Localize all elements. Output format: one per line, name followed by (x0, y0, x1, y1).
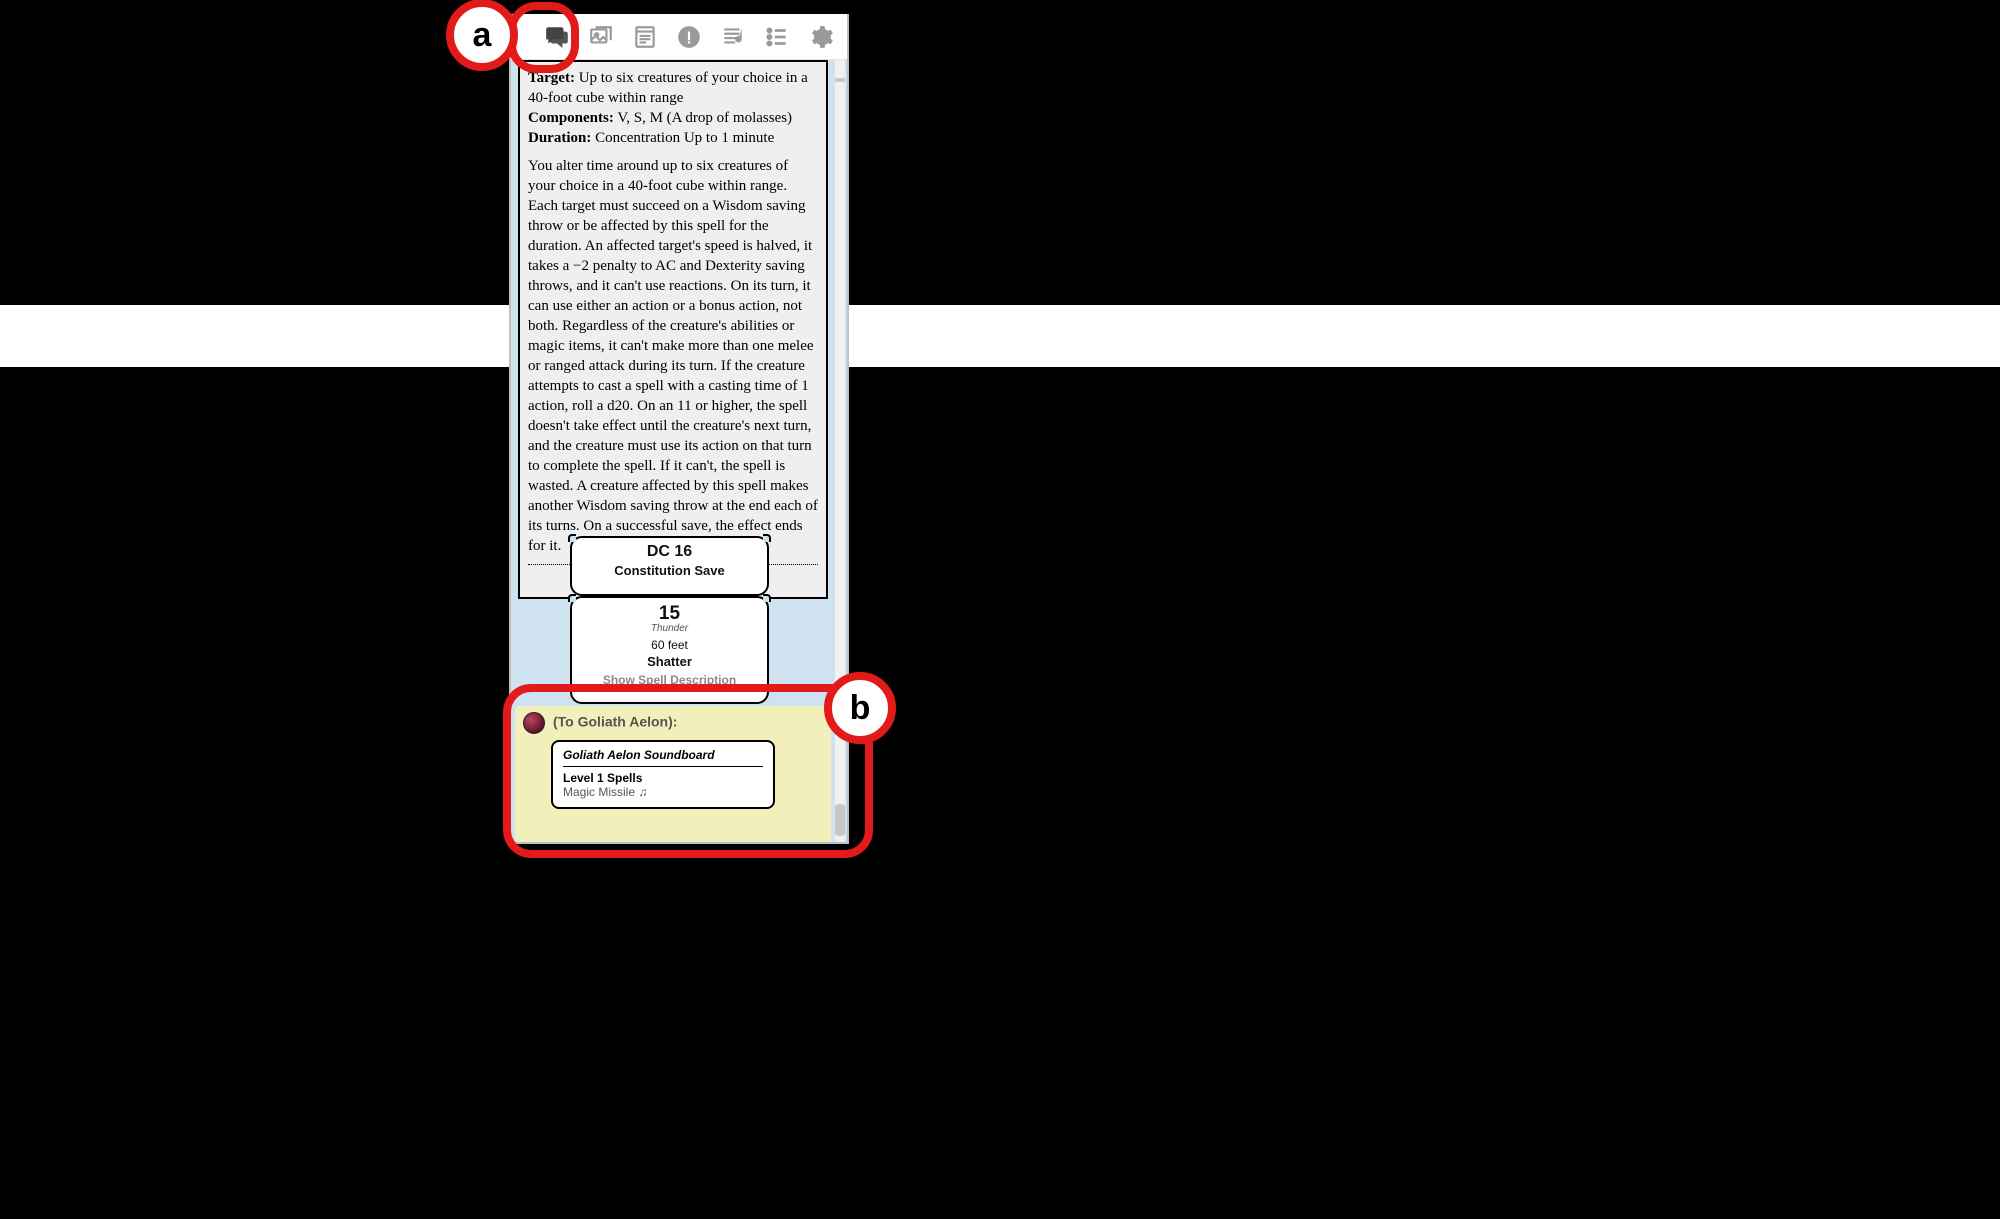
spell-target-line: Target: Up to six creatures of your choi… (528, 68, 818, 108)
dc-header: DC 16 (572, 543, 767, 561)
jukebox-icon[interactable] (719, 23, 747, 51)
annotation-b-label: b (850, 689, 871, 728)
spell-duration-label: Duration: (528, 130, 591, 146)
scrollbar-thumb-top[interactable] (835, 78, 845, 82)
background-stripe (0, 305, 2000, 367)
annotation-a-bubble: a (446, 0, 518, 71)
spell-range: 60 feet (572, 638, 767, 652)
annotation-b-bubble: b (824, 672, 896, 744)
settings-icon[interactable] (807, 23, 835, 51)
spell-components-line: Components: V, S, M (A drop of molasses) (528, 108, 818, 128)
spell-name: Shatter (572, 654, 767, 669)
spell-body: You alter time around up to six creature… (528, 156, 818, 556)
damage-value: 15 (572, 603, 767, 625)
annotation-a-box (508, 2, 579, 73)
spell-components-label: Components: (528, 110, 614, 126)
annotation-a-label: a (473, 16, 492, 55)
spell-components-text: V, S, M (A drop of molasses) (617, 110, 792, 126)
spell-duration-line: Duration: Concentration Up to 1 minute (528, 128, 818, 148)
spell-description-card: Target: Up to six creatures of your choi… (518, 60, 828, 599)
annotation-b-box (503, 684, 873, 858)
spell-duration-text: Concentration Up to 1 minute (595, 130, 774, 146)
save-type: Constitution Save (572, 563, 767, 578)
save-dc-card[interactable]: DC 16 Constitution Save (570, 536, 769, 596)
compendium-icon[interactable] (675, 23, 703, 51)
damage-type: Thunder (572, 623, 767, 634)
journal-icon[interactable] (631, 23, 659, 51)
collections-icon[interactable] (763, 23, 791, 51)
art-library-icon[interactable] (587, 23, 615, 51)
